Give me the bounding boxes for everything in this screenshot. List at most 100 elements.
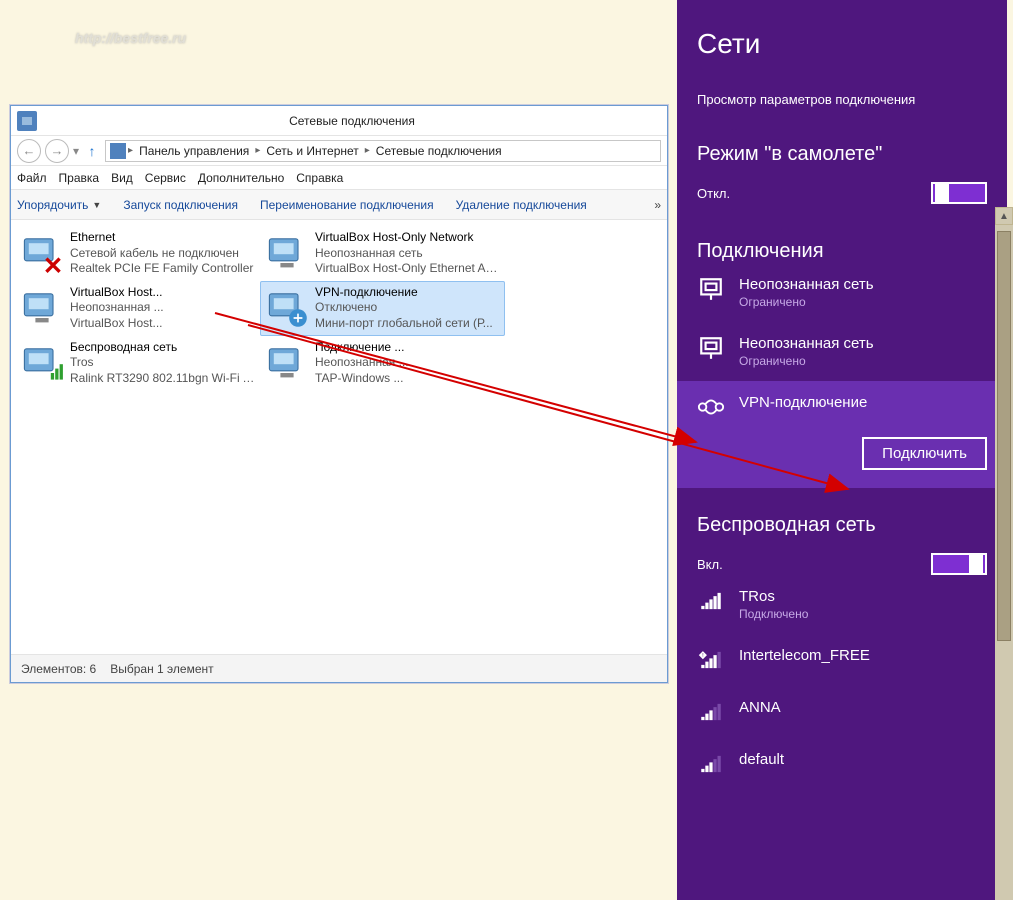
wifi-name: ANNA	[739, 698, 781, 718]
wifi-status: Подключено	[739, 607, 808, 623]
connection-device: VirtualBox Host-Only Ethernet Ad...	[315, 261, 500, 277]
scroll-up-button[interactable]: ▲	[995, 207, 1013, 225]
connection-name: Беспроводная сеть	[70, 340, 255, 356]
scrollbar-thumb[interactable]	[997, 231, 1011, 641]
status-count: Элементов: 6	[21, 662, 96, 676]
panel-connection-item[interactable]: Неопознанная сетьОграничено	[677, 322, 1007, 381]
connection-device: Ralink RT3290 802.11bgn Wi-Fi A...	[70, 371, 255, 387]
connection-status: Неопознанная ...	[315, 355, 500, 371]
networks-panel: ▲ Сети Просмотр параметров подключения Р…	[677, 0, 1007, 900]
menu-edit[interactable]: Правка	[59, 171, 100, 185]
explorer-window: Сетевые подключения ← → ▾ ↑ ▸ Панель упр…	[10, 105, 668, 683]
chevron-right-icon: ▸	[365, 145, 370, 156]
connection-item[interactable]: Беспроводная сеть Tros Ralink RT3290 802…	[15, 336, 260, 391]
breadcrumb[interactable]: Сетевые подключения	[372, 144, 506, 158]
watermark-text: http://bestfree.ru	[75, 30, 186, 46]
chevron-right-icon: ▸	[128, 145, 133, 156]
wifi-signal-icon	[697, 587, 725, 615]
status-bar: Элементов: 6 Выбран 1 элемент	[11, 654, 667, 682]
connection-device: Realtek PCIe FE Family Controller	[70, 261, 255, 277]
connection-name: VirtualBox Host...	[70, 285, 255, 301]
connection-name: Ethernet	[70, 230, 255, 246]
connection-item[interactable]: VirtualBox Host... Неопознанная ... Virt…	[15, 281, 260, 336]
nav-up-button[interactable]: ↑	[83, 142, 101, 160]
menu-extra[interactable]: Дополнительно	[198, 171, 284, 185]
nav-dropdown[interactable]: ▾	[73, 144, 79, 158]
ethernet-icon	[697, 275, 725, 303]
connection-device: Мини-порт глобальной сети (Р...	[315, 316, 500, 332]
window-icon	[17, 111, 37, 131]
connection-status: Сетевой кабель не подключен	[70, 246, 255, 262]
connection-icon	[20, 285, 64, 329]
connection-status: Tros	[70, 355, 255, 371]
nav-forward-button[interactable]: →	[45, 139, 69, 163]
menu-help[interactable]: Справка	[296, 171, 343, 185]
wifi-state-label: Вкл.	[697, 557, 723, 572]
menu-view[interactable]: Вид	[111, 171, 133, 185]
connection-name: VPN-подключение	[315, 285, 500, 301]
connections-section-title: Подключения	[697, 240, 987, 263]
breadcrumb[interactable]: Панель управления	[135, 144, 253, 158]
scrollbar-track[interactable]: ▲	[995, 225, 1013, 900]
chevron-right-icon: ▸	[255, 145, 260, 156]
airplane-toggle[interactable]	[931, 182, 987, 204]
connection-icon	[265, 285, 309, 329]
start-connection-button[interactable]: Запуск подключения	[123, 198, 238, 212]
breadcrumb[interactable]: Сеть и Интернет	[262, 144, 362, 158]
menu-bar: Файл Правка Вид Сервис Дополнительно Спр…	[11, 166, 667, 190]
address-bar-row: ← → ▾ ↑ ▸ Панель управления ▸ Сеть и Инт…	[11, 136, 667, 166]
connection-status: Отключено	[315, 300, 500, 316]
airplane-mode-title: Режим "в самолете"	[697, 143, 987, 166]
wifi-signal-icon	[697, 750, 725, 778]
toolbar-overflow-button[interactable]: »	[654, 198, 661, 212]
panel-connection-item[interactable]: Неопознанная сетьОграничено	[677, 263, 1007, 322]
wifi-section-title: Беспроводная сеть	[697, 514, 987, 537]
connection-item[interactable]: VPN-подключение Отключено Мини-порт глоб…	[260, 281, 505, 336]
connection-device: VirtualBox Host...	[70, 316, 255, 332]
connection-icon	[20, 230, 64, 274]
connection-status: Неопознанная сеть	[315, 246, 500, 262]
titlebar[interactable]: Сетевые подключения	[11, 106, 667, 136]
breadcrumb-bar[interactable]: ▸ Панель управления ▸ Сеть и Интернет ▸ …	[105, 140, 661, 162]
panel-item-status: Ограничено	[739, 354, 874, 370]
menu-service[interactable]: Сервис	[145, 171, 186, 185]
wifi-name: Intertelecom_FREE	[739, 646, 870, 666]
panel-item-name: Неопознанная сеть	[739, 334, 874, 354]
wifi-signal-icon	[697, 698, 725, 726]
connection-item[interactable]: VirtualBox Host-Only Network Неопознанна…	[260, 226, 505, 281]
connection-device: TAP-Windows ...	[315, 371, 500, 387]
rename-connection-button[interactable]: Переименование подключения	[260, 198, 434, 212]
panel-item-status: Ограничено	[739, 295, 874, 311]
connection-icon	[265, 230, 309, 274]
connect-button[interactable]: Подключить	[862, 437, 987, 470]
connection-status: Неопознанная ...	[70, 300, 255, 316]
nav-back-button[interactable]: ←	[17, 139, 41, 163]
connections-area: Ethernet Сетевой кабель не подключен Rea…	[11, 220, 667, 654]
panel-item-name: Неопознанная сеть	[739, 275, 874, 295]
wifi-name: default	[739, 750, 784, 770]
connection-settings-link[interactable]: Просмотр параметров подключения	[697, 92, 987, 107]
panel-item-name: VPN-подключение	[739, 393, 867, 413]
panel-vpn-item[interactable]: VPN-подключение	[677, 381, 1007, 433]
delete-connection-button[interactable]: Удаление подключения	[456, 198, 587, 212]
wifi-network-item[interactable]: default	[677, 738, 1007, 790]
connection-item[interactable]: Подключение ... Неопознанная ... TAP-Win…	[260, 336, 505, 391]
window-title: Сетевые подключения	[37, 114, 667, 128]
airplane-state-label: Откл.	[697, 186, 730, 201]
vpn-icon	[697, 393, 725, 421]
network-icon	[110, 143, 126, 159]
wifi-name: TRos	[739, 587, 808, 607]
connection-item[interactable]: Ethernet Сетевой кабель не подключен Rea…	[15, 226, 260, 281]
organize-button[interactable]: Упорядочить ▼	[17, 198, 101, 212]
menu-file[interactable]: Файл	[17, 171, 47, 185]
wifi-signal-icon: !	[697, 646, 725, 674]
wifi-network-item[interactable]: TRosПодключено	[677, 575, 1007, 634]
wifi-network-item[interactable]: ! Intertelecom_FREE	[677, 634, 1007, 686]
ethernet-icon	[697, 334, 725, 362]
connection-name: Подключение ...	[315, 340, 500, 356]
wifi-toggle[interactable]	[931, 553, 987, 575]
panel-title: Сети	[697, 28, 987, 60]
connection-name: VirtualBox Host-Only Network	[315, 230, 500, 246]
status-selected: Выбран 1 элемент	[110, 662, 213, 676]
wifi-network-item[interactable]: ANNA	[677, 686, 1007, 738]
